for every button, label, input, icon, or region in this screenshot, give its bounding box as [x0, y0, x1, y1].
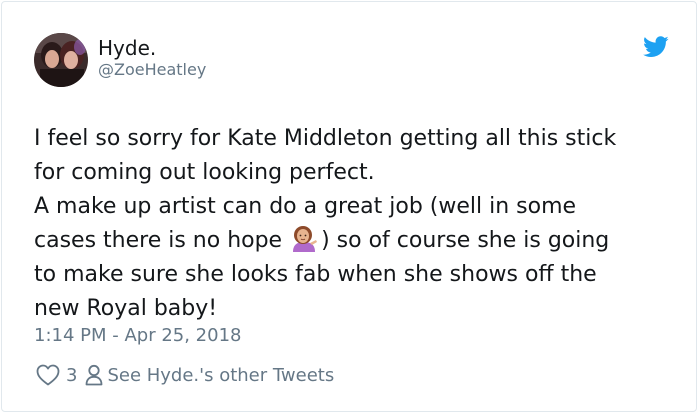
avatar-image: [34, 33, 88, 87]
see-other-tweets-link[interactable]: See Hyde.'s other Tweets: [107, 365, 334, 386]
tweet-line: A make up artist can do a great job (wel…: [34, 194, 577, 219]
woman-tipping-hand-emoji-icon: [293, 226, 318, 252]
display-name[interactable]: Hyde.: [98, 36, 156, 60]
tweet-line: I feel so sorry for Kate Middleton getti…: [34, 126, 617, 151]
tweet-line-with-emoji: cases there is no hope ) so of course sh…: [34, 224, 684, 258]
tweet-line: for coming out looking perfect.: [34, 160, 375, 185]
avatar[interactable]: [34, 33, 88, 87]
heart-icon[interactable]: [36, 364, 60, 386]
tweet-line: new Royal baby!: [34, 296, 218, 321]
person-icon: [86, 364, 103, 386]
handle[interactable]: @ZoeHeatley: [98, 60, 206, 80]
tweet-line-part: cases there is no hope: [34, 228, 283, 253]
tweet-text: I feel so sorry for Kate Middleton getti…: [34, 122, 684, 326]
tweet-timestamp[interactable]: 1:14 PM - Apr 25, 2018: [34, 324, 241, 348]
twitter-bird-icon[interactable]: [643, 36, 669, 58]
tweet-line: to make sure she looks fab when she show…: [34, 262, 597, 287]
tweet-line-part: ) so of course she is going: [321, 228, 610, 253]
tweet-footer: 3 See Hyde.'s other Tweets: [36, 362, 334, 388]
tweet-card: Hyde. @ZoeHeatley I feel so sorry for Ka…: [1, 1, 697, 412]
like-count: 3: [66, 364, 78, 386]
